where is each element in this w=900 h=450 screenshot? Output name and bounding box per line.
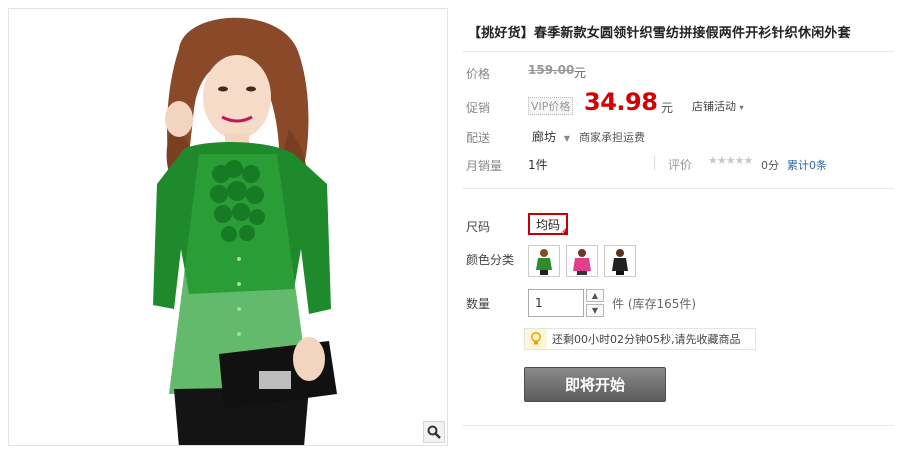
rating-stars: ★★★★★	[708, 154, 753, 167]
product-info-panel: 【挑好货】春季新款女圆领针织雪纺拼接假两件开衫针织休闲外套 价格 159.00 …	[462, 8, 894, 446]
product-title: 【挑好货】春季新款女圆领针织雪纺拼接假两件开衫针织休闲外套	[468, 26, 851, 41]
countdown-text: 还剩00小时02分钟05秒,请先收藏商品	[552, 333, 741, 346]
quantity-input[interactable]	[528, 289, 584, 317]
magnifier-icon	[427, 425, 441, 439]
stats-separator	[654, 156, 655, 170]
color-label: 颜色分类	[466, 253, 515, 267]
rating-score: 0分	[761, 159, 779, 172]
original-price: 159.00	[528, 63, 575, 77]
shipping-location: 廊坊	[532, 130, 557, 144]
shipping-note: 商家承担运费	[579, 131, 645, 144]
quantity-increase-button[interactable]: ▲	[586, 289, 604, 302]
size-label: 尺码	[466, 220, 491, 234]
size-option-label: 均码	[535, 217, 560, 232]
size-option-one-size[interactable]: 均码 ✓	[528, 213, 568, 236]
quantity-label: 数量	[466, 297, 491, 311]
promo-price: 34.98	[584, 88, 658, 116]
countdown-tip: 还剩00小时02分钟05秒,请先收藏商品	[524, 328, 756, 350]
price-label: 价格	[466, 67, 491, 81]
chevron-down-icon: ▾	[739, 103, 744, 112]
color-swatch-green[interactable]	[528, 245, 560, 277]
product-photo[interactable]	[9, 9, 448, 446]
store-activity-label: 店铺活动	[692, 100, 736, 113]
color-swatch-black[interactable]	[604, 245, 636, 277]
promo-price-unit: 元	[661, 101, 674, 115]
black-thumbnail	[612, 249, 628, 275]
quantity-decrease-button[interactable]: ▼	[586, 304, 604, 317]
review-label: 评价	[668, 158, 693, 172]
monthly-sales-label: 月销量	[466, 159, 503, 173]
check-icon: ✓	[561, 228, 567, 236]
original-price-unit: 元	[574, 66, 587, 80]
zoom-button[interactable]	[423, 421, 445, 443]
lightbulb-icon	[525, 329, 547, 349]
caret-down-icon: ▼	[563, 134, 570, 143]
monthly-sales-value: 1件	[528, 158, 548, 172]
green-thumbnail	[536, 249, 552, 275]
coming-soon-button[interactable]: 即将开始	[524, 367, 666, 402]
product-image-gallery[interactable]	[8, 8, 448, 446]
review-count-link[interactable]: 累计0条	[787, 157, 827, 173]
title-divider	[462, 51, 894, 52]
caret-up-icon: ▲	[591, 291, 599, 300]
promo-label: 促销	[466, 101, 491, 115]
shipping-label: 配送	[466, 131, 491, 145]
info-divider	[462, 188, 894, 189]
shipping-location-dropdown[interactable]: 廊坊 ▼	[532, 128, 570, 145]
caret-down-icon: ▼	[591, 306, 599, 315]
quantity-unit-stock: 件 (库存165件)	[612, 297, 697, 311]
bottom-divider	[462, 425, 894, 426]
vip-price-tag: VIP价格	[528, 97, 574, 115]
pink-thumbnail	[573, 249, 591, 275]
color-swatch-pink[interactable]	[566, 245, 598, 277]
store-activity-dropdown[interactable]: 店铺活动 ▾	[692, 98, 744, 114]
